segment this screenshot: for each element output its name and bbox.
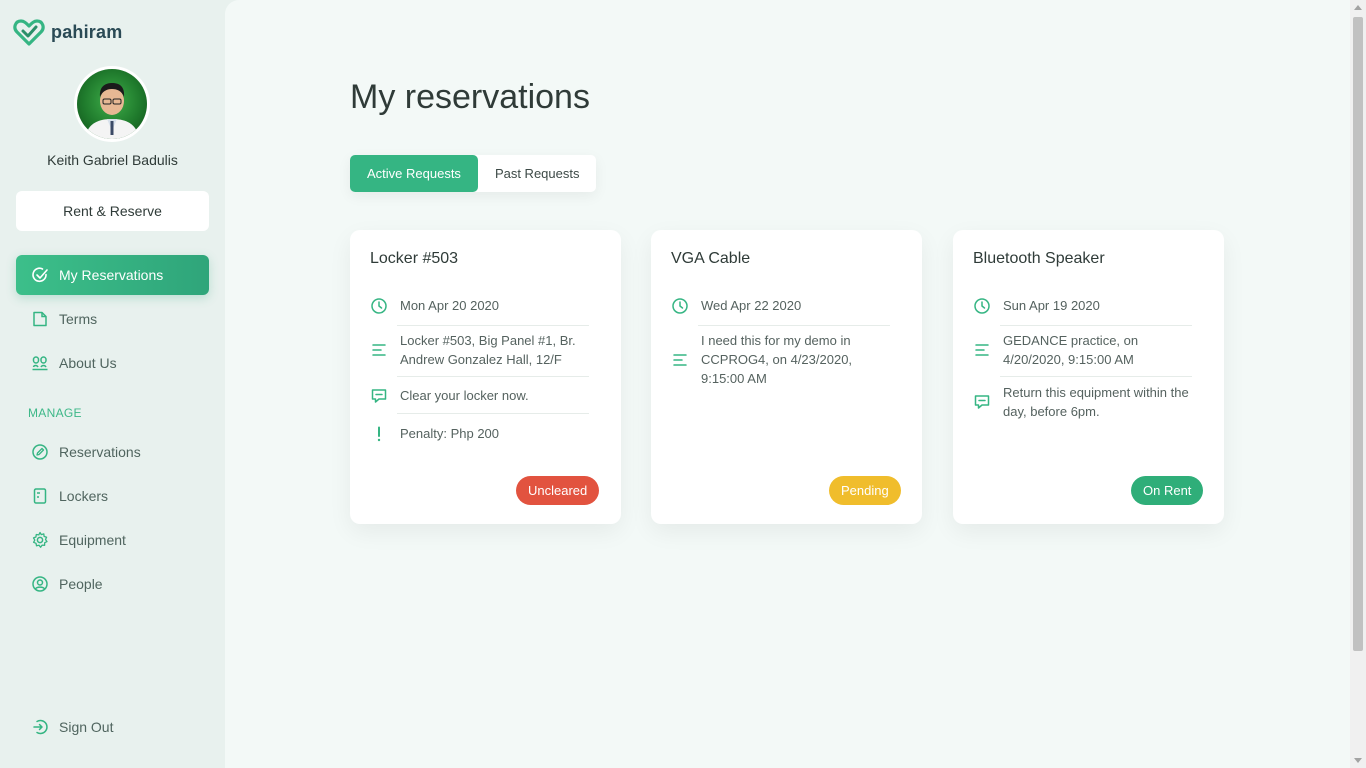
scroll-thumb[interactable]	[1353, 17, 1363, 651]
card-note: Clear your locker now.	[400, 388, 529, 403]
sidebar-item-people[interactable]: People	[16, 564, 209, 604]
divider	[397, 376, 589, 377]
tab-past-requests[interactable]: Past Requests	[478, 155, 597, 192]
sidebar-item-terms[interactable]: Terms	[16, 299, 209, 339]
card-date: Mon Apr 20 2020	[400, 298, 500, 313]
clock-icon	[370, 297, 388, 315]
sidebar-item-equipment[interactable]: Equipment	[16, 520, 209, 560]
status-badge: Uncleared	[516, 476, 600, 505]
details-lines-icon	[671, 351, 689, 369]
avatar-photo	[77, 69, 147, 139]
card-details: Locker #503, Big Panel #1, Br. Andrew Go…	[400, 333, 576, 367]
sidebar-item-lockers[interactable]: Lockers	[16, 476, 209, 516]
card-note-row: Return this equipment within the day, be…	[973, 383, 1193, 421]
card-details: GEDANCE practice, on 4/20/2020, 9:15:00 …	[1003, 333, 1139, 367]
brand-name: pahiram	[51, 21, 123, 42]
sidebar-item-label: My Reservations	[59, 267, 164, 283]
sign-out-button[interactable]: Sign Out	[16, 707, 209, 747]
card-date-row: Mon Apr 20 2020	[370, 296, 590, 315]
users-icon	[31, 354, 49, 372]
reservation-card-vga-cable[interactable]: VGA Cable Wed Apr 22 2020 I need this fo…	[651, 230, 922, 524]
sign-out-label: Sign Out	[59, 719, 114, 735]
card-details-row: Locker #503, Big Panel #1, Br. Andrew Go…	[370, 331, 590, 369]
rent-reserve-button[interactable]: Rent & Reserve	[16, 191, 209, 231]
divider	[397, 413, 589, 414]
clock-icon	[671, 297, 689, 315]
status-badge: Pending	[829, 476, 901, 505]
card-note-row: Clear your locker now.	[370, 386, 590, 405]
sidebar-item-label: Reservations	[59, 444, 141, 460]
check-circle-icon	[31, 266, 49, 284]
sidebar-item-label: People	[59, 576, 103, 592]
person-icon	[31, 575, 49, 593]
pencil-circle-icon	[31, 443, 49, 461]
sidebar-item-my-reservations[interactable]: My Reservations	[16, 255, 209, 295]
details-lines-icon	[973, 341, 991, 359]
card-details: I need this for my demo in CCPROG4, on 4…	[701, 333, 853, 386]
card-title: Locker #503	[370, 250, 459, 267]
chat-icon	[973, 393, 991, 411]
main-content: My reservations Active Requests Past Req…	[225, 0, 1350, 768]
chat-icon	[370, 387, 388, 405]
avatar[interactable]	[74, 66, 150, 142]
sidebar-item-reservations[interactable]: Reservations	[16, 432, 209, 472]
scroll-down-arrow-icon[interactable]	[1354, 758, 1362, 763]
divider	[698, 325, 890, 326]
sidebar: pahiram Keith Gabriel Badulis Rent & Res…	[0, 0, 225, 768]
card-title: VGA Cable	[671, 250, 751, 267]
user-name: Keith Gabriel Badulis	[47, 152, 178, 168]
sidebar-item-about-us[interactable]: About Us	[16, 343, 209, 383]
card-penalty-row: Penalty: Php 200	[370, 424, 590, 443]
gear-icon	[31, 531, 49, 549]
manage-section-label: MANAGE	[28, 406, 82, 420]
card-date: Sun Apr 19 2020	[1003, 298, 1100, 313]
sidebar-item-label: Lockers	[59, 488, 109, 504]
exclamation-icon	[370, 425, 388, 443]
card-penalty: Penalty: Php 200	[400, 426, 500, 441]
clock-icon	[973, 297, 991, 315]
card-details-row: GEDANCE practice, on 4/20/2020, 9:15:00 …	[973, 331, 1193, 369]
divider	[397, 325, 589, 326]
request-tabs: Active Requests Past Requests	[350, 155, 597, 192]
card-details-row: I need this for my demo in CCPROG4, on 4…	[671, 331, 883, 388]
divider	[1000, 325, 1192, 326]
reservation-card-locker[interactable]: Locker #503 Mon Apr 20 2020 Locker #503,…	[350, 230, 621, 524]
scroll-up-arrow-icon[interactable]	[1354, 5, 1362, 10]
person-portrait-icon	[85, 83, 139, 139]
tab-active-requests[interactable]: Active Requests	[350, 155, 478, 192]
brand-logo[interactable]: pahiram	[13, 17, 122, 47]
card-title: Bluetooth Speaker	[973, 250, 1105, 267]
status-badge: On Rent	[1131, 476, 1204, 505]
vertical-scrollbar[interactable]	[1350, 0, 1366, 768]
page-title: My reservations	[350, 78, 590, 116]
card-date-row: Sun Apr 19 2020	[973, 296, 1193, 315]
reservation-card-bluetooth-speaker[interactable]: Bluetooth Speaker Sun Apr 19 2020 GEDANC…	[953, 230, 1224, 524]
card-date: Wed Apr 22 2020	[701, 298, 802, 313]
card-date-row: Wed Apr 22 2020	[671, 296, 891, 315]
card-note: Return this equipment within the day, be…	[1003, 385, 1189, 419]
sidebar-item-label: About Us	[59, 355, 117, 371]
divider	[1000, 376, 1192, 377]
document-icon	[31, 310, 49, 328]
locker-icon	[31, 487, 49, 505]
sign-out-icon	[31, 718, 49, 736]
heart-logo-icon	[13, 19, 45, 46]
sidebar-item-label: Terms	[59, 311, 98, 327]
sidebar-item-label: Equipment	[59, 532, 126, 548]
details-lines-icon	[370, 341, 388, 359]
